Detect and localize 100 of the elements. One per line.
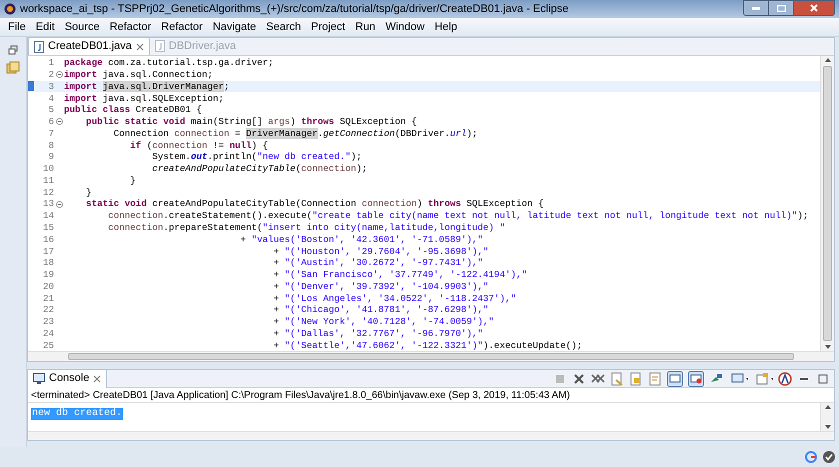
code-text: Connection connection = DriverManager.getConnection(DBDriver.url); — [112, 128, 478, 138]
menu-item[interactable]: Refactor — [104, 18, 156, 36]
menu-item[interactable]: Source — [60, 18, 105, 36]
horizontal-scrollbar[interactable] — [28, 351, 834, 361]
scroll-down-icon[interactable] — [824, 425, 830, 429]
console-status: <terminated> CreateDB01 [Java Application] C:\Program Files\Java\jre1.8.0_66\bin\javaw.exe (Sep 3, 2019, 11:05:43 AM) — [28, 388, 834, 403]
menu-item[interactable]: File — [3, 18, 31, 36]
line-number: 6 — [47, 117, 54, 126]
code-text: + "('Chicago', '41.8781', '-87.6298')," — [272, 305, 489, 315]
line-number: 10 — [42, 164, 54, 174]
line-number: 1 — [47, 58, 54, 68]
eclipse-icon — [4, 3, 16, 15]
line-number: 5 — [47, 105, 54, 115]
code-text: + "('New York', '40.7128', '-74.0059')," — [272, 317, 494, 326]
maximize-icon — [776, 4, 786, 12]
remove-all-icon[interactable] — [591, 372, 605, 386]
code-text: createAndPopulateCityTable(connection); — [151, 164, 368, 174]
scroll-lock-icon[interactable] — [629, 372, 643, 386]
code-text: + "('Dallas', '32.7767', '-96.7970')," — [272, 328, 484, 338]
code-text: } — [85, 188, 92, 197]
code-text: + "values('Boston', '42.3601', '-71.0589')," — [239, 234, 484, 244]
line-number: 25 — [42, 340, 54, 350]
perspective-icon[interactable] — [778, 372, 792, 386]
minimize-button[interactable] — [743, 0, 769, 16]
line-number: 18 — [42, 258, 54, 268]
close-icon — [810, 4, 818, 12]
java-file-icon — [154, 40, 165, 52]
package-explorer-icon[interactable] — [6, 61, 20, 74]
line-number: 14 — [42, 211, 54, 220]
code-text: static void createAndPopulateCityTable(Connection connection) throws SQLException { — [85, 199, 544, 209]
fold-icon[interactable] — [56, 118, 62, 126]
line-number: 19 — [42, 270, 54, 280]
minimize-icon — [752, 6, 760, 10]
vertical-scrollbar[interactable] — [820, 56, 834, 351]
scrollbar-thumb[interactable] — [68, 353, 794, 360]
menu-item[interactable]: Project — [306, 18, 350, 36]
line-number: 3 — [47, 82, 54, 92]
console-tab[interactable]: Console — [28, 370, 108, 388]
maximize-button[interactable] — [769, 0, 793, 16]
show-on-output-icon[interactable] — [667, 370, 683, 386]
console-output: new db created. — [31, 408, 124, 420]
code-text: if (connection != null) { — [129, 140, 268, 150]
code-text: System.out.println("new db created."); — [151, 152, 362, 162]
google-icon[interactable] — [805, 451, 817, 463]
java-file-icon — [34, 40, 44, 52]
horizontal-scrollbar[interactable] — [28, 431, 834, 440]
line-number: 17 — [42, 246, 54, 256]
code-text: import java.sql.Connection; — [64, 70, 213, 80]
code-text: } — [129, 176, 136, 186]
editor-tab[interactable]: CreateDB01.java — [28, 37, 150, 55]
monitor-icon — [33, 373, 45, 384]
code-text: + "('San Francisco', '37.7749', '-122.4194')," — [272, 270, 528, 280]
close-icon[interactable] — [136, 42, 144, 50]
code-text: connection.prepareStatement("insert into city(name,latitude,longitude) " — [107, 223, 506, 232]
tab-label: DBDriver.java — [168, 38, 236, 54]
word-wrap-icon[interactable] — [648, 372, 662, 386]
line-number: 7 — [47, 128, 54, 138]
marker-icon — [28, 81, 34, 92]
close-icon[interactable] — [93, 374, 102, 382]
code-text: + "('Los Angeles', '34.0522', '-118.2437')," — [272, 294, 516, 303]
scroll-up-icon[interactable] — [824, 405, 830, 409]
menu-item[interactable]: Search — [261, 18, 306, 36]
menu-item[interactable]: Navigate — [208, 18, 262, 36]
menu-item[interactable]: Edit — [30, 18, 60, 36]
fold-icon[interactable] — [56, 200, 62, 208]
remove-icon[interactable] — [572, 372, 586, 386]
menu-item[interactable]: Help — [430, 18, 462, 36]
tab-label: CreateDB01.java — [48, 39, 132, 54]
line-number: 22 — [42, 305, 54, 315]
code-text: public class CreateDB01 { — [64, 105, 202, 115]
close-button[interactable] — [793, 0, 835, 16]
code-text: connection.createStatement().execute("create table city(name text not null, latitude text not null, longitude text not null)"); — [107, 211, 808, 220]
menu-item[interactable]: Refactor — [156, 18, 208, 36]
line-number: 16 — [42, 234, 54, 244]
vertical-scrollbar[interactable] — [820, 403, 834, 431]
code-text: package com.za.tutorial.tsp.ga.driver; — [64, 58, 274, 68]
menu-item[interactable]: Run — [350, 18, 380, 36]
clear-console-icon[interactable] — [610, 372, 624, 386]
line-number: 24 — [42, 328, 54, 338]
maximize-icon[interactable] — [816, 372, 830, 386]
line-number: 20 — [42, 282, 54, 292]
scroll-up-icon[interactable] — [824, 58, 830, 62]
line-number: 15 — [42, 223, 54, 232]
line-number: 21 — [42, 294, 54, 303]
code-text: import java.sql.SQLException; — [64, 94, 224, 103]
show-on-error-icon[interactable] — [688, 370, 704, 386]
line-number: 2 — [47, 70, 54, 80]
line-number: 4 — [47, 94, 54, 103]
scrollbar-thumb[interactable] — [823, 66, 832, 341]
scroll-down-icon[interactable] — [824, 345, 830, 349]
check-icon[interactable] — [823, 451, 835, 463]
code-text: + "('Seattle','47.6062', '-122.3321')").executeUpdate(); — [272, 340, 582, 350]
code-text: import java.sql.DriverManager; — [64, 82, 230, 92]
code-text: + "('Denver', '39.7392', '-104.9903')," — [272, 282, 489, 292]
menu-item[interactable]: Window — [380, 18, 430, 36]
restore-icon[interactable] — [8, 45, 18, 55]
fold-icon[interactable] — [56, 71, 62, 78]
window-title: workspace_ai_tsp - TSPPrj02_GeneticAlgorithms_(+)/src/com/za/tutorial/tsp/ga/driver/CreateDB01.java - Eclipse — [20, 2, 570, 17]
code-text: public static void main(String[] args) throws SQLException { — [85, 117, 417, 126]
line-number: 9 — [47, 152, 54, 162]
